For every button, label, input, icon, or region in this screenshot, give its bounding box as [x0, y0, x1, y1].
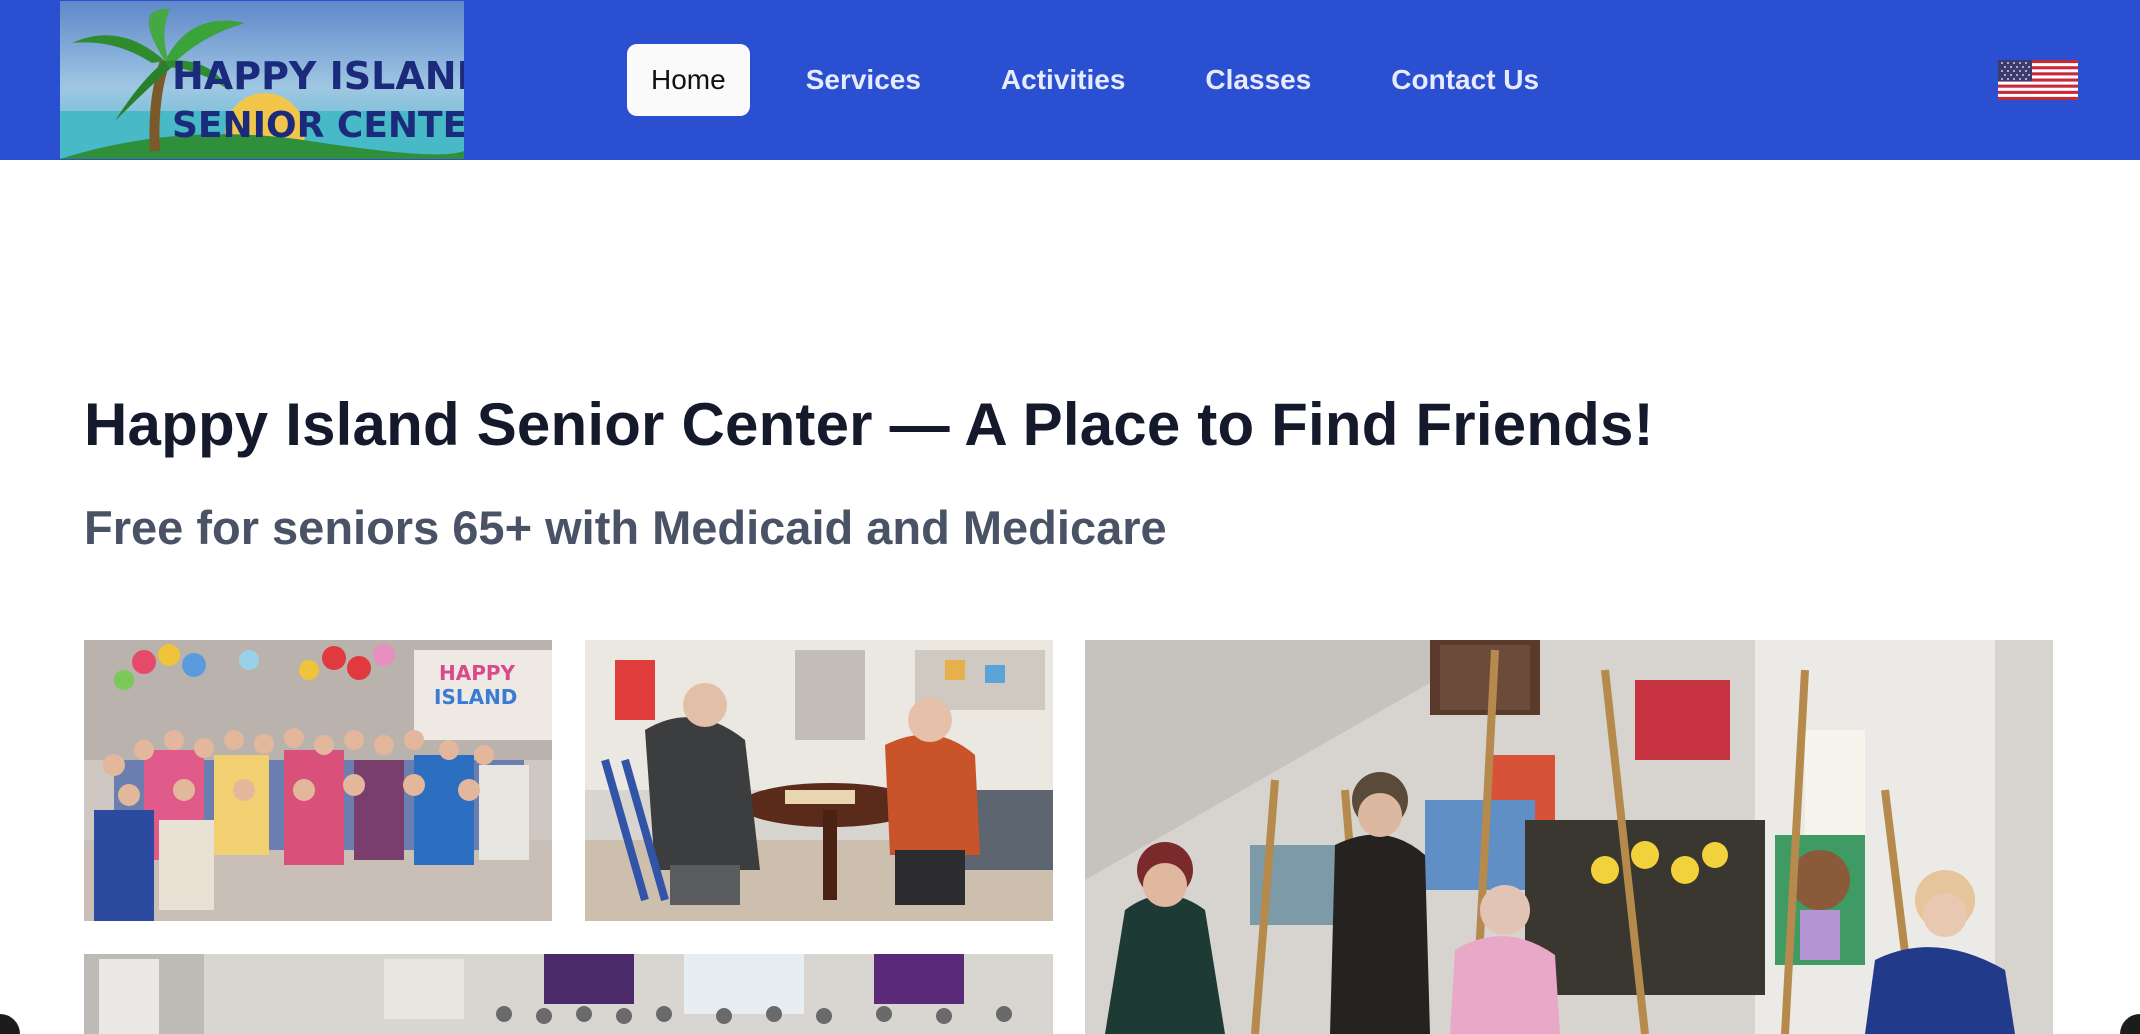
window-corner [2120, 1014, 2140, 1034]
nav-home[interactable]: Home [627, 44, 750, 116]
dining-hall-photo [84, 954, 1053, 1034]
chess-game-photo [585, 640, 1053, 921]
us-flag-icon[interactable] [1998, 60, 2078, 100]
palm-tree-logo-icon: HAPPY ISLAND SENIOR CENTER [60, 1, 464, 159]
page-subtitle: Free for seniors 65+ with Medicaid and M… [84, 501, 1167, 554]
nav-services[interactable]: Services [782, 44, 945, 116]
svg-text:HAPPY: HAPPY [439, 661, 516, 685]
nav-contact-us[interactable]: Contact Us [1367, 44, 1563, 116]
logo-line-2: SENIOR CENTER [172, 105, 464, 146]
site-logo[interactable]: HAPPY ISLAND SENIOR CENTER [60, 1, 464, 159]
nav-classes[interactable]: Classes [1181, 44, 1335, 116]
group-party-photo: HAPPY ISLAND [84, 640, 552, 921]
logo-line-1: HAPPY ISLAND [172, 54, 464, 98]
painting-class-photo [1085, 640, 2053, 1034]
top-navigation-bar: HAPPY ISLAND SENIOR CENTER Home Services… [0, 0, 2140, 160]
main-nav: Home Services Activities Classes Contact… [627, 44, 1595, 116]
page-title: Happy Island Senior Center — A Place to … [84, 391, 1654, 458]
svg-text:ISLAND: ISLAND [434, 685, 517, 709]
nav-activities[interactable]: Activities [977, 44, 1150, 116]
window-corner [0, 1014, 20, 1034]
